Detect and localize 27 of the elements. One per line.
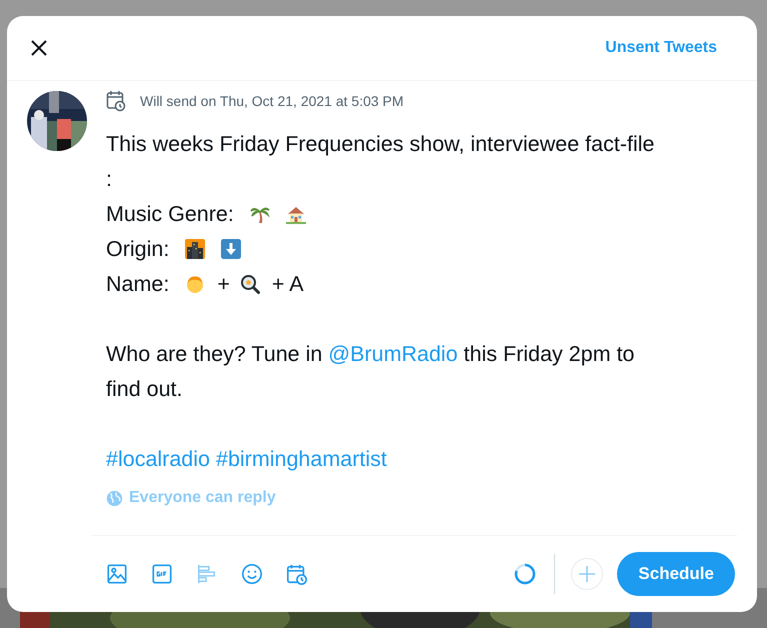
hashtag-link[interactable]: #localradio <box>106 447 210 471</box>
schedule-icon[interactable] <box>286 563 308 585</box>
globe-icon <box>106 490 123 506</box>
tweet-text: Who are they? Tune in @BrumRadio this Friday 2pm to find out. <box>106 341 636 403</box>
tweet-text: This weeks Friday Frequencies show, interviewee fact-file : <box>106 132 654 191</box>
tweet-text: Music Genre: <box>106 202 235 226</box>
plus-icon <box>578 565 596 583</box>
tweet-text: Origin: <box>106 237 170 261</box>
image-icon[interactable] <box>106 563 128 585</box>
tweet-text: + A <box>272 272 304 296</box>
tweet-text: + <box>217 272 230 296</box>
frying-pan-icon <box>240 274 260 294</box>
city-icon <box>185 239 206 259</box>
hashtag-link[interactable]: #birminghamartist <box>216 447 387 471</box>
gif-icon[interactable] <box>151 563 173 585</box>
schedule-note: Will send on Thu, Oct 21, 2021 at 5:03 PM <box>140 93 404 109</box>
unsent-tweets-link[interactable]: Unsent Tweets <box>605 39 717 57</box>
schedule-button[interactable]: Schedule <box>617 552 735 596</box>
emoji-icon[interactable] <box>241 563 263 585</box>
close-icon <box>29 38 49 58</box>
poll-icon <box>196 563 218 585</box>
add-tweet-button[interactable] <box>571 558 604 590</box>
child-face-icon <box>185 274 206 294</box>
tweet-text: Name: <box>106 272 170 296</box>
mention-link[interactable]: @BrumRadio <box>328 342 458 366</box>
house-icon <box>286 204 306 224</box>
calendar-clock-icon <box>106 90 126 112</box>
